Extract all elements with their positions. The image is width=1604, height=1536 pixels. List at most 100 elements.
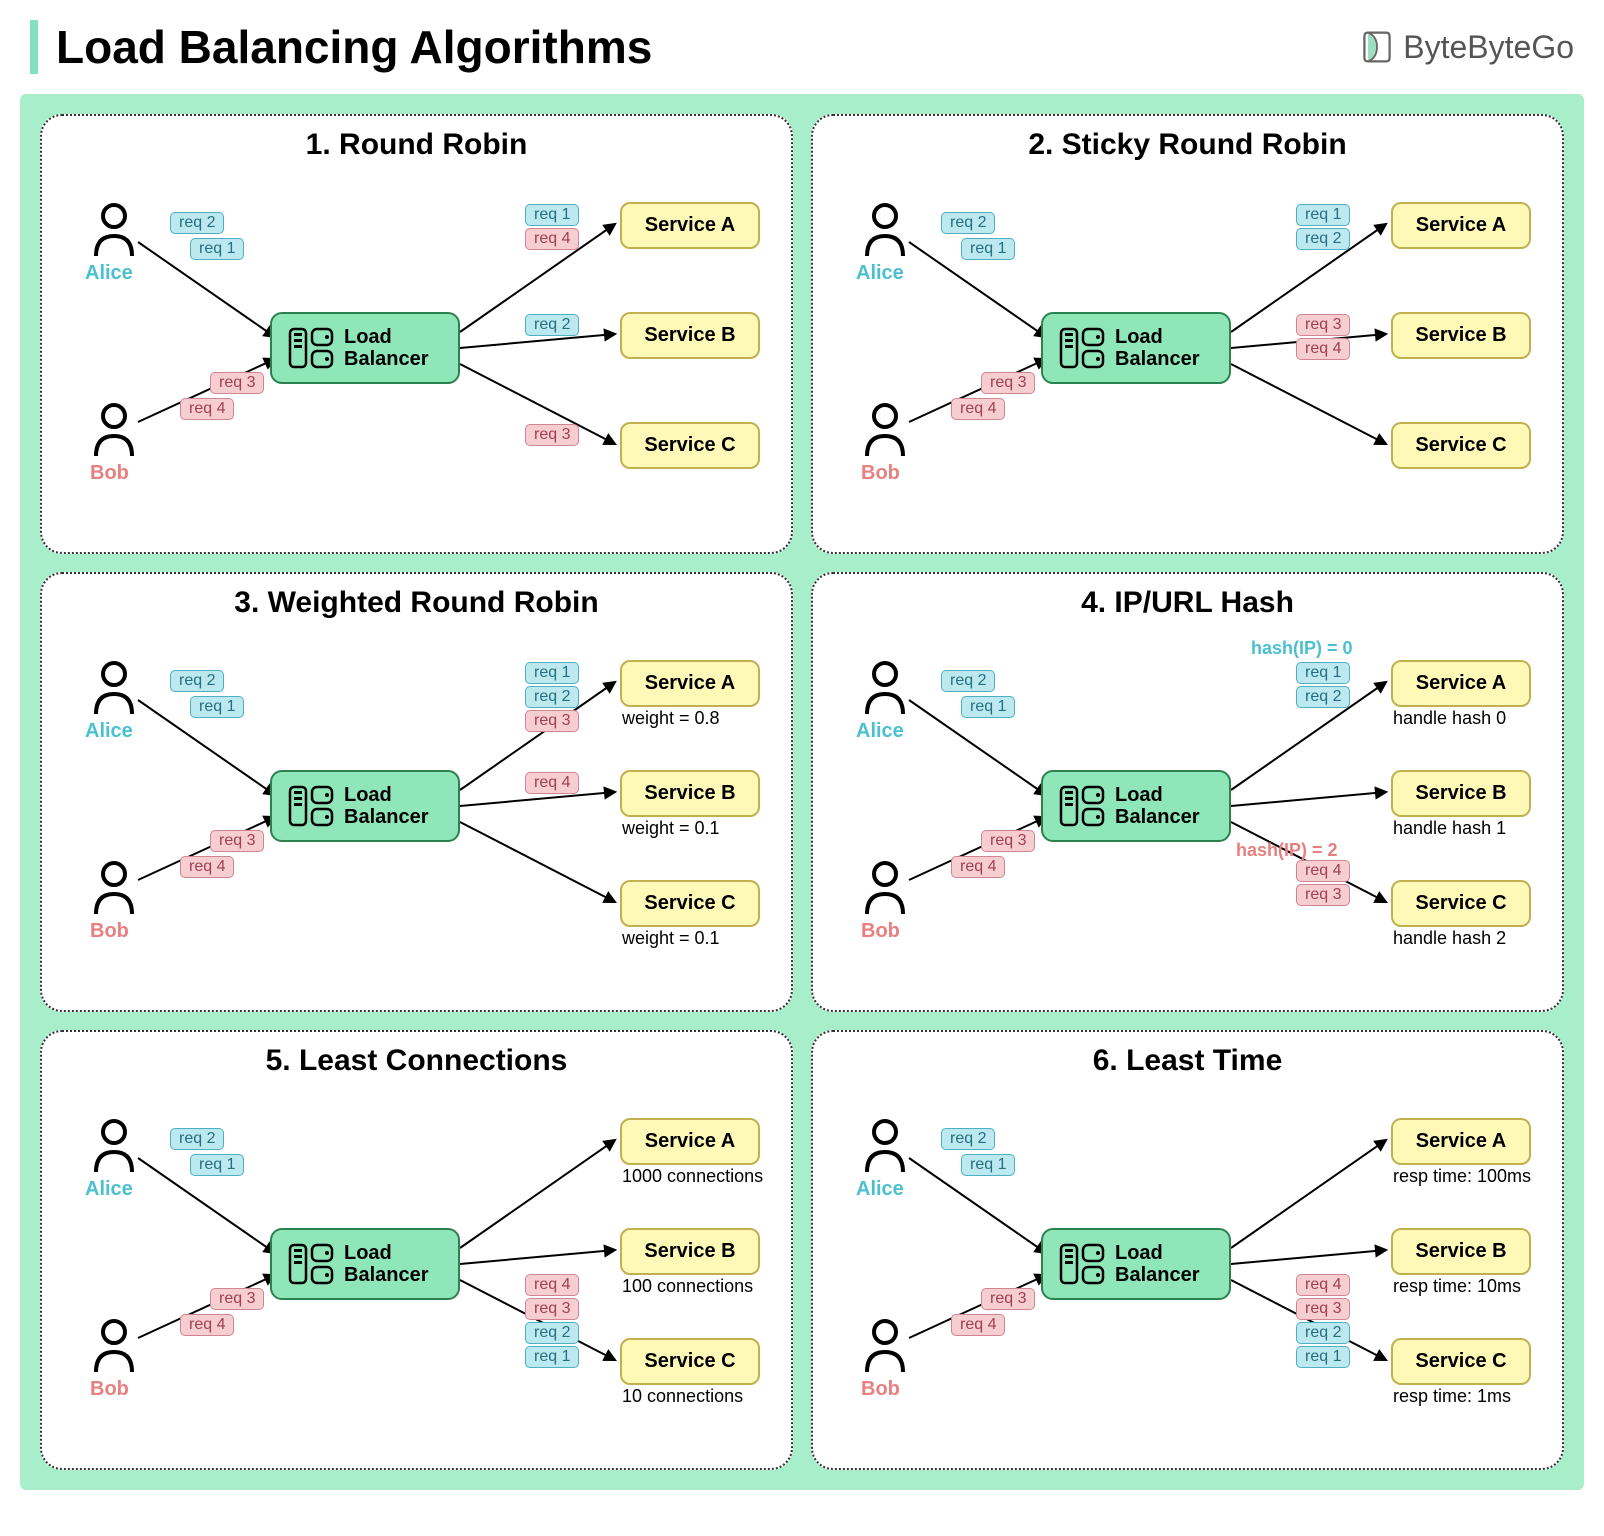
bob-label: Bob: [90, 920, 129, 943]
service-note: weight = 0.8: [622, 708, 720, 729]
user-bob: [861, 860, 909, 921]
req-tag: req 2: [941, 212, 995, 234]
user-alice: [90, 202, 138, 263]
route-tag: req 4: [1296, 1274, 1350, 1296]
req-tag: req 4: [180, 856, 234, 878]
route-tag: req 3: [1296, 884, 1350, 906]
req-tag: req 2: [941, 670, 995, 692]
route-tag: req 1: [1296, 662, 1350, 684]
bob-label: Bob: [861, 1378, 900, 1401]
service-note: weight = 0.1: [622, 928, 720, 949]
service-b: Service B: [1391, 770, 1531, 817]
route-tag: req 4: [1296, 338, 1350, 360]
service-note: handle hash 0: [1393, 708, 1506, 729]
card-title: 1. Round Robin: [60, 128, 773, 162]
diagram: Alice Bob req 2 req 1 req 3 req 4 LoadBalancer…: [60, 172, 773, 542]
route-tag: req 3: [1296, 314, 1350, 336]
service-note: handle hash 1: [1393, 818, 1506, 839]
user-bob: [90, 860, 138, 921]
route-tag: req 4: [525, 1274, 579, 1296]
header: Load Balancing Algorithms ByteByteGo: [20, 20, 1584, 74]
req-tag: req 2: [941, 1128, 995, 1150]
diagram: AliceBobreq 2req 1req 3req 4LoadBalancer…: [60, 1088, 773, 1458]
user-bob: [90, 402, 138, 463]
service-c: Service C: [620, 1338, 760, 1385]
req-tag: req 4: [951, 856, 1005, 878]
service-c: Service C: [1391, 880, 1531, 927]
bob-label: Bob: [90, 462, 129, 485]
req-tag: req 4: [180, 398, 234, 420]
req-tag: req 4: [180, 1314, 234, 1336]
req-tag: req 4: [951, 1314, 1005, 1336]
diagram: AliceBobreq 2req 1req 3req 4LoadBalancer…: [60, 630, 773, 1000]
alice-label: Alice: [856, 720, 904, 743]
service-note: resp time: 100ms: [1393, 1166, 1531, 1187]
service-note: 100 connections: [622, 1276, 753, 1297]
load-balancer: LoadBalancer: [1041, 1228, 1231, 1300]
req-tag: req 3: [981, 372, 1035, 394]
user-alice: [90, 1118, 138, 1179]
req-tag: req 3: [981, 830, 1035, 852]
service-b: Service B: [620, 1228, 760, 1275]
user-bob: [861, 402, 909, 463]
route-tag: req 2: [525, 314, 579, 336]
service-note: 1000 connections: [622, 1166, 763, 1187]
route-tag: req 3: [1296, 1298, 1350, 1320]
req-tag: req 1: [190, 238, 244, 260]
algorithm-card: 3. Weighted Round RobinAliceBobreq 2req …: [40, 572, 793, 1012]
card-title: 4. IP/URL Hash: [831, 586, 1544, 620]
req-tag: req 1: [961, 1154, 1015, 1176]
card-title: 6. Least Time: [831, 1044, 1544, 1078]
route-tag: req 4: [1296, 860, 1350, 882]
service-b: Service B: [1391, 1228, 1531, 1275]
user-alice: [861, 660, 909, 721]
service-note: resp time: 1ms: [1393, 1386, 1511, 1407]
bob-label: Bob: [861, 462, 900, 485]
service-a: Service A: [620, 1118, 760, 1165]
service-a: Service A: [1391, 1118, 1531, 1165]
req-tag: req 2: [170, 670, 224, 692]
route-tag: req 1: [525, 1346, 579, 1368]
service-a: Service A: [1391, 202, 1531, 249]
service-c: Service C: [1391, 1338, 1531, 1385]
alice-label: Alice: [85, 720, 133, 743]
brand-logo: ByteByteGo: [1359, 29, 1574, 66]
algorithm-card: 2. Sticky Round RobinAliceBobreq 2req 1r…: [811, 114, 1564, 554]
route-tag: req 1: [525, 204, 579, 226]
route-tag: req 4: [525, 772, 579, 794]
req-tag: req 2: [170, 212, 224, 234]
service-b: Service B: [620, 312, 760, 359]
hash-label-bob: hash(IP) = 2: [1236, 840, 1338, 861]
service-note: resp time: 10ms: [1393, 1276, 1521, 1297]
user-bob: [861, 1318, 909, 1379]
brand-text: ByteByteGo: [1403, 29, 1574, 66]
req-tag: req 4: [951, 398, 1005, 420]
req-tag: req 3: [210, 372, 264, 394]
service-c: Service C: [620, 880, 760, 927]
green-panel: 1. Round RobinAliceBobreq 2req 1req 3req…: [20, 94, 1584, 1490]
route-tag: req 3: [525, 424, 579, 446]
route-tag: req 2: [1296, 686, 1350, 708]
alice-label: Alice: [85, 262, 133, 285]
service-note: weight = 0.1: [622, 818, 720, 839]
service-b: Service B: [1391, 312, 1531, 359]
service-note: 10 connections: [622, 1386, 743, 1407]
bob-label: Bob: [861, 920, 900, 943]
req-tag: req 3: [981, 1288, 1035, 1310]
route-tag: req 3: [525, 1298, 579, 1320]
load-balancer: LoadBalancer: [270, 312, 460, 384]
route-tag: req 3: [525, 710, 579, 732]
service-c: Service C: [620, 422, 760, 469]
route-tag: req 2: [525, 1322, 579, 1344]
algorithm-card: 5. Least ConnectionsAliceBobreq 2req 1re…: [40, 1030, 793, 1470]
brand-icon: [1359, 29, 1395, 65]
user-bob: [90, 1318, 138, 1379]
route-tag: req 4: [525, 228, 579, 250]
user-alice: [90, 660, 138, 721]
load-balancer: LoadBalancer: [1041, 312, 1231, 384]
algorithm-card: 4. IP/URL HashAliceBobreq 2req 1req 3req…: [811, 572, 1564, 1012]
load-balancer: LoadBalancer: [270, 1228, 460, 1300]
card-title: 2. Sticky Round Robin: [831, 128, 1544, 162]
algorithm-grid: 1. Round RobinAliceBobreq 2req 1req 3req…: [40, 114, 1564, 1470]
service-b: Service B: [620, 770, 760, 817]
